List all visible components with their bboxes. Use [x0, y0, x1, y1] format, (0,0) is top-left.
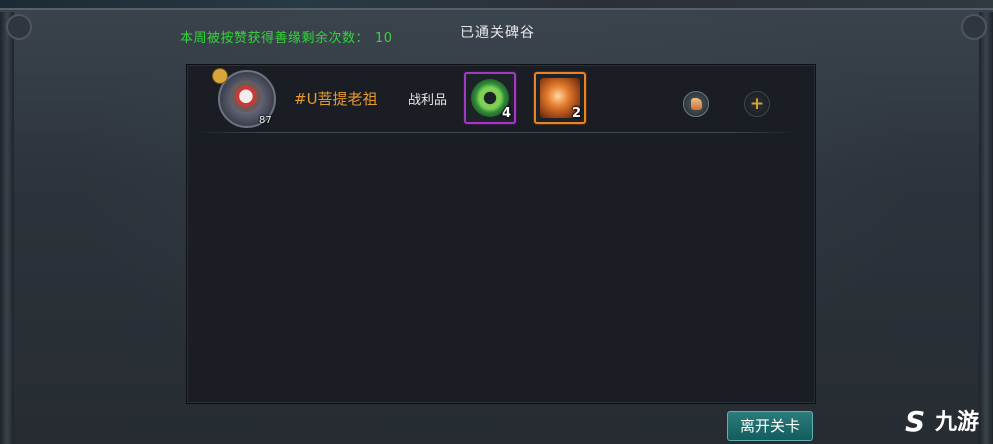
staff-ornament-icon — [212, 68, 228, 84]
weekly-likes-label: 本周被按赞获得善缘剩余次数： — [180, 31, 370, 46]
leave-stage-button[interactable]: 离开关卡 — [727, 411, 813, 441]
loot-label: 战利品 — [408, 93, 448, 108]
frame-left-edge — [0, 12, 14, 444]
thumbs-up-icon — [691, 98, 702, 110]
stage-title: 已通关碑谷 — [460, 25, 535, 41]
player-level: 87 — [259, 115, 272, 126]
weekly-likes-count: 10 — [375, 31, 393, 46]
frame-right-edge — [979, 12, 993, 444]
like-button[interactable] — [683, 91, 709, 117]
add-friend-button[interactable]: + — [744, 91, 770, 117]
corner-ornament-left — [6, 14, 32, 40]
loot-item-count: 4 — [501, 106, 511, 121]
corner-ornament-right — [961, 14, 987, 40]
loot-item-count: 2 — [571, 106, 581, 121]
watermark-text: 九游 — [935, 410, 980, 435]
player-name: #U菩提老祖 — [294, 90, 378, 108]
loot-item-slot[interactable]: 4 — [464, 72, 516, 124]
weekly-likes-remaining: 本周被按赞获得善缘剩余次数： 10 — [180, 27, 393, 46]
row-divider — [196, 132, 796, 133]
loot-item-slot[interactable]: 2 — [534, 72, 586, 124]
watermark-logo-icon: S — [905, 405, 926, 438]
watermark: S 九游 — [905, 405, 991, 439]
plus-icon: + — [749, 94, 765, 114]
